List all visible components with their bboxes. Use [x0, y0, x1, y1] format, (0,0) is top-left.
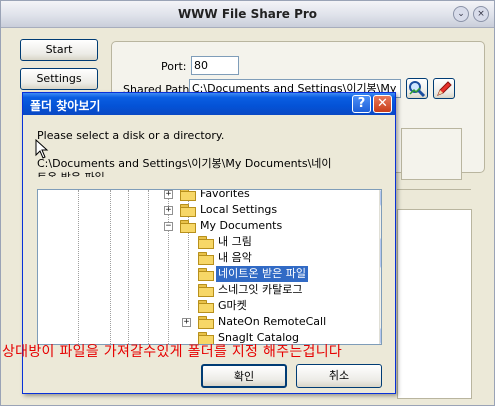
tree-node-label: Local Settings — [200, 203, 278, 216]
tree-node-label: 네이트온 받은 파일 — [216, 266, 308, 282]
folder-icon — [198, 316, 214, 329]
folder-icon — [180, 190, 196, 201]
folder-icon — [198, 236, 214, 249]
folder-icon — [198, 284, 214, 297]
tree-guide-line — [78, 190, 79, 344]
port-input[interactable]: 80 — [191, 56, 239, 75]
scroll-thumb[interactable]: ≡ — [380, 238, 381, 268]
expand-icon[interactable]: + — [164, 190, 173, 199]
tree-node-label: NateOn RemoteCall — [218, 315, 327, 328]
tree-scrollbar[interactable]: ▲ ≡ ▼ — [379, 190, 381, 344]
tree-node-label: 스네그잇 카탈로그 — [218, 283, 303, 296]
collapse-icon[interactable]: − — [164, 222, 173, 231]
folder-icon — [198, 252, 214, 265]
start-button[interactable]: Start — [20, 39, 98, 61]
background-list — [397, 209, 472, 399]
tree-node-label: 내 그림 — [218, 235, 252, 248]
scroll-up-icon[interactable]: ▲ — [380, 190, 381, 206]
folder-icon — [180, 204, 196, 217]
tree-guide-line — [110, 190, 111, 344]
background-panel — [401, 128, 462, 180]
selected-path-line2: 트온 받은 파일 — [37, 169, 157, 177]
expand-icon[interactable]: + — [164, 206, 173, 215]
port-label: Port: — [161, 60, 187, 73]
annotation-caption: 상대방이 파일을 가져갈수있게 폴더를 지정 해주는겁니다 — [2, 344, 343, 360]
browse-folder-icon[interactable] — [406, 78, 428, 99]
edit-pencil-icon[interactable] — [433, 78, 455, 99]
close-icon[interactable]: × — [473, 6, 489, 22]
minimize-icon[interactable]: ⌄ — [453, 6, 469, 22]
expand-icon[interactable]: + — [182, 318, 191, 327]
dialog-prompt: Please select a disk or a directory. — [37, 129, 225, 142]
tree-node-label: 내 음악 — [218, 251, 252, 264]
ok-button[interactable]: 확인 — [201, 364, 287, 388]
folder-icon — [198, 300, 214, 313]
background-list-header — [397, 189, 471, 211]
settings-button[interactable]: Settings — [20, 68, 98, 90]
cancel-button[interactable]: 취소 — [296, 364, 382, 388]
tree-guide-line — [148, 190, 149, 344]
folder-icon — [180, 220, 196, 233]
tree-node-label: Favorites — [200, 189, 250, 200]
scroll-down-icon[interactable]: ▼ — [380, 328, 381, 344]
tree-node-label: My Documents — [200, 219, 283, 232]
tree-node-label: G마켓 — [218, 299, 247, 312]
dialog-title: 폴더 찾아보기 — [30, 99, 101, 113]
app-title: WWW File Share Pro — [177, 7, 318, 21]
dialog-title-bar: 폴더 찾아보기 ? ✕ — [23, 93, 395, 115]
close-icon[interactable]: ✕ — [373, 95, 392, 113]
tree-guide-line — [128, 190, 129, 344]
help-icon[interactable]: ? — [352, 95, 371, 113]
app-title-bar: WWW File Share Pro ⌄ × — [1, 1, 494, 28]
folder-tree[interactable]: + Favorites + Local Settings − My Documents 내 … — [37, 189, 382, 345]
folder-icon — [198, 268, 214, 281]
